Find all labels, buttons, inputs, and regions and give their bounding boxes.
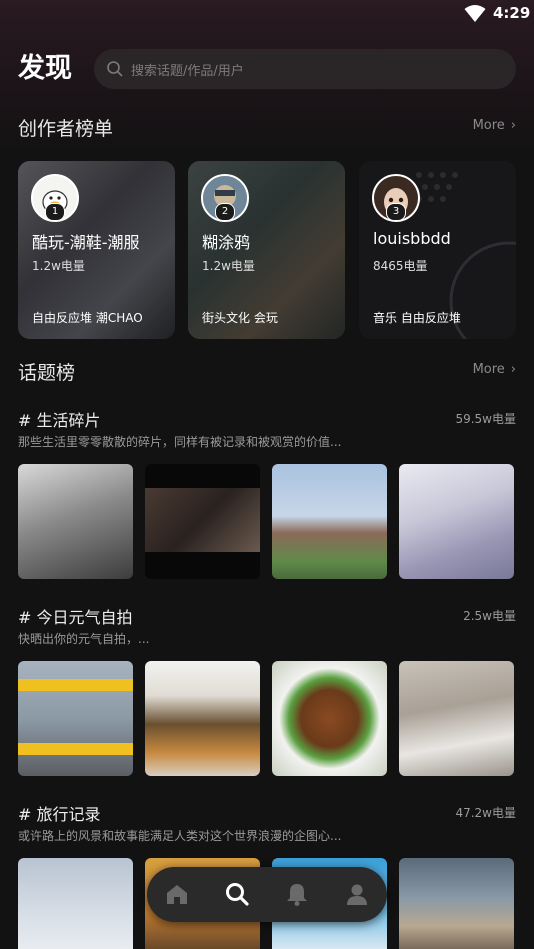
creator-card-3[interactable]: 3 louisbbdd 8465电量 音乐 自由反应堆	[359, 161, 516, 339]
creator-card-1[interactable]: 1 酷玩-潮鞋-潮服 1.2w电量 自由反应堆 潮CHAO	[18, 161, 175, 339]
notification-bell-icon[interactable]	[284, 881, 310, 907]
topic-photo[interactable]	[18, 464, 133, 579]
search-icon	[107, 61, 123, 77]
creator-energy: 1.2w电量	[202, 259, 255, 273]
creator-name: 糊涂鸦	[202, 233, 251, 252]
topic-photo[interactable]	[399, 858, 514, 949]
topic-title[interactable]: # 今日元气自拍	[18, 604, 133, 628]
topic-photo[interactable]	[145, 464, 260, 579]
photo-content	[18, 679, 133, 691]
topic-title[interactable]: # 生活碎片	[18, 407, 101, 431]
discover-search-icon[interactable]	[224, 881, 250, 907]
topic-photo[interactable]	[272, 464, 387, 579]
topic-title[interactable]: # 旅行记录	[18, 801, 101, 825]
topic-energy: 2.5w电量	[463, 609, 516, 623]
page-header: 发现 搜索话题/作品/用户	[18, 49, 516, 90]
creator-name: louisbbdd	[373, 229, 451, 248]
topic-description: 或许路上的风景和故事能满足人类对这个世界浪漫的企图心...	[18, 829, 342, 843]
topic-photo[interactable]	[145, 661, 260, 776]
bottom-tab-bar	[147, 867, 387, 922]
creator-energy: 8465电量	[373, 259, 428, 273]
home-icon[interactable]	[164, 881, 190, 907]
topics-more-link[interactable]: More ›	[473, 362, 516, 377]
creator-tags: 自由反应堆 潮CHAO	[32, 311, 143, 325]
chevron-right-icon: ›	[510, 118, 516, 133]
topic-photo[interactable]	[18, 858, 133, 949]
creators-more-link[interactable]: More ›	[473, 118, 516, 133]
creator-energy: 1.2w电量	[32, 259, 85, 273]
photo-content	[145, 488, 260, 552]
creator-card-2[interactable]: 2 糊涂鸦 1.2w电量 街头文化 会玩	[188, 161, 345, 339]
page-title: 发现	[18, 53, 72, 84]
topic-energy: 47.2w电量	[455, 806, 516, 820]
topic-photo[interactable]	[272, 661, 387, 776]
topic-description: 那些生活里零零散散的碎片，同样有被记录和被观赏的价值...	[18, 435, 342, 449]
topics-section-title: 话题榜	[18, 362, 76, 384]
topics-more-label: More	[472, 362, 505, 377]
creators-section-title: 创作者榜单	[18, 118, 114, 140]
creator-tags: 音乐 自由反应堆	[373, 311, 461, 325]
chevron-right-icon: ›	[510, 362, 516, 377]
topic-photo[interactable]	[399, 661, 514, 776]
photo-content	[18, 743, 133, 755]
status-bar: 4:29	[0, 0, 534, 30]
creator-name: 酷玩-潮鞋-潮服	[32, 233, 140, 252]
rank-badge: 1	[45, 203, 65, 221]
topic-photo[interactable]	[399, 464, 514, 579]
rank-badge: 3	[386, 203, 406, 221]
creators-more-label: More	[472, 118, 505, 133]
rank-badge: 2	[215, 203, 235, 221]
status-time: 4:29	[493, 4, 531, 22]
creator-tags: 街头文化 会玩	[202, 311, 278, 325]
topic-energy: 59.5w电量	[455, 412, 516, 426]
topic-description: 快晒出你的元气自拍，...	[18, 632, 150, 646]
topic-photo[interactable]	[18, 661, 133, 776]
search-input[interactable]: 搜索话题/作品/用户	[94, 49, 516, 89]
search-placeholder: 搜索话题/作品/用户	[131, 64, 244, 79]
profile-icon[interactable]	[344, 881, 370, 907]
wifi-icon	[464, 5, 486, 22]
